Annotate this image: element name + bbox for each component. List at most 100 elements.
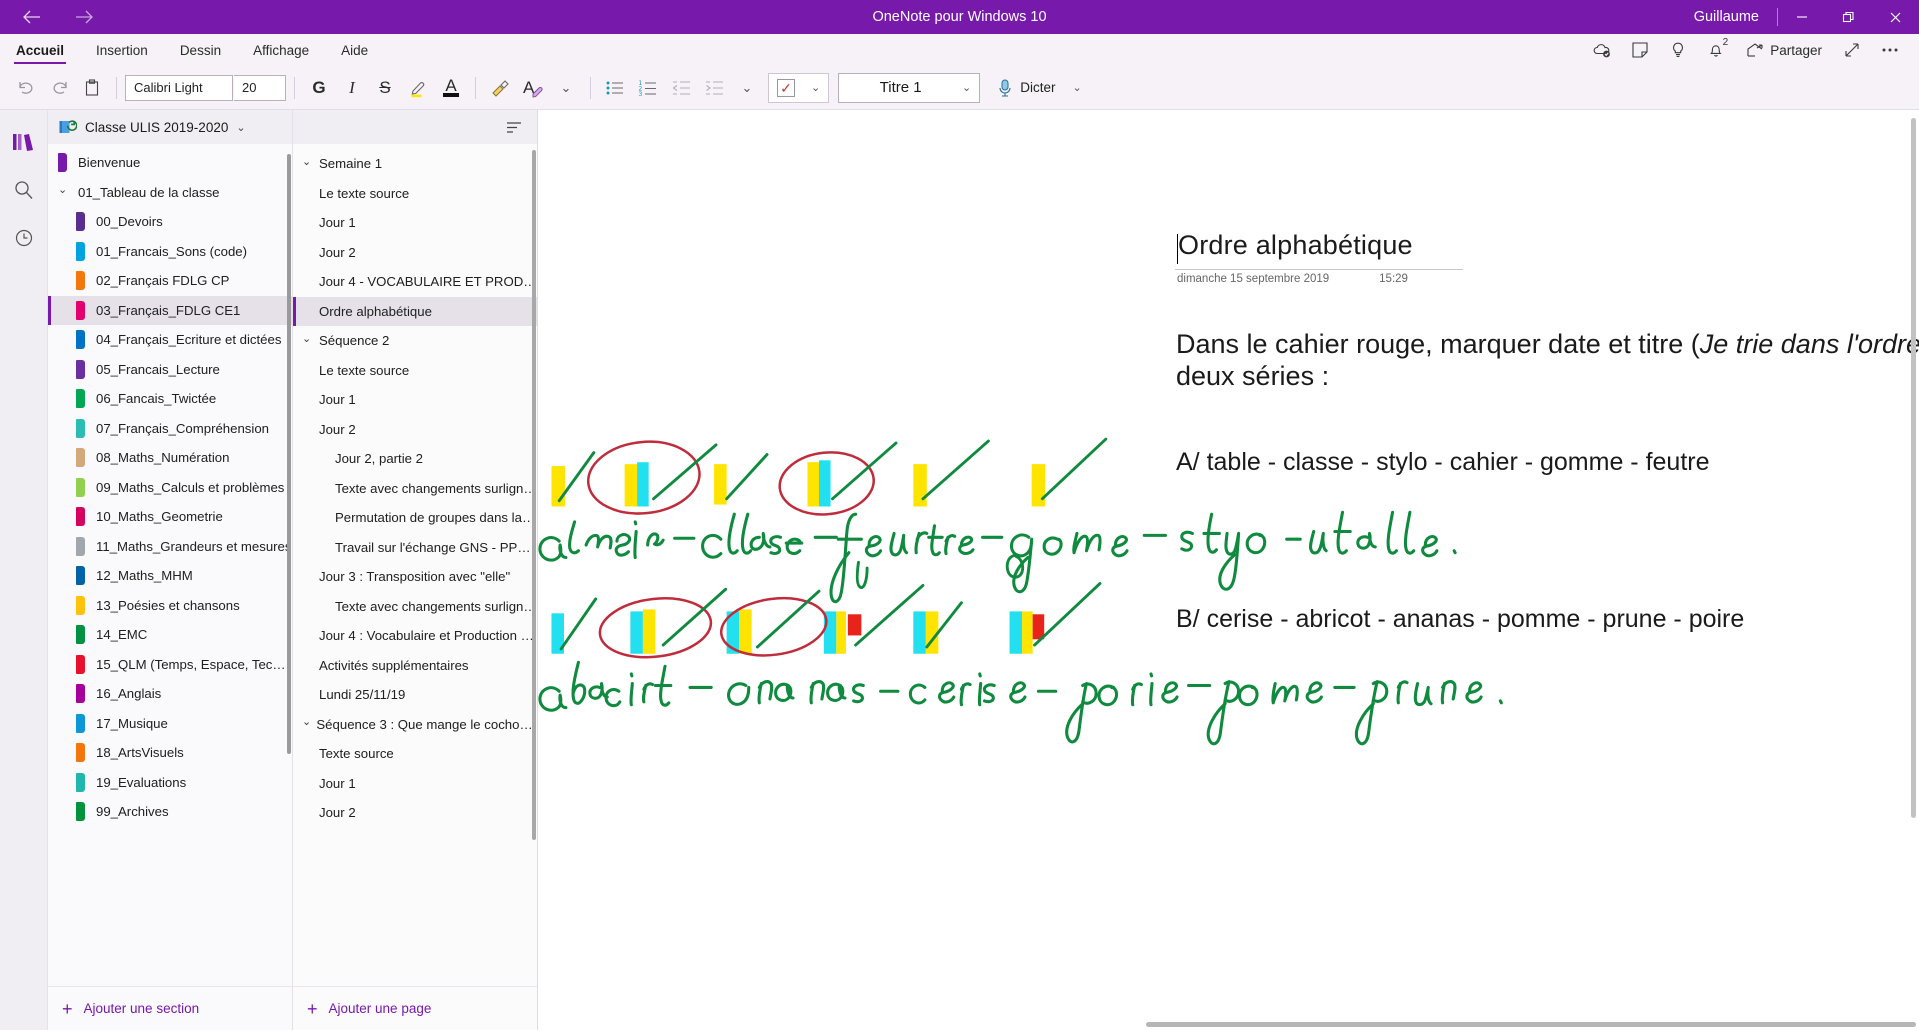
chevron-down-icon[interactable]: ⌄ — [302, 715, 316, 728]
page-row[interactable]: Jour 2 — [293, 238, 537, 268]
page-row[interactable]: Le texte source — [293, 179, 537, 209]
close-button[interactable] — [1872, 0, 1919, 34]
redo-icon[interactable] — [43, 72, 75, 104]
font-more-caret-icon[interactable]: ⌄ — [550, 72, 582, 104]
page-row[interactable]: Jour 2 — [293, 415, 537, 445]
maximize-restore-button[interactable] — [1825, 0, 1872, 34]
format-painter-icon[interactable] — [484, 72, 516, 104]
tab-insertion[interactable]: Insertion — [80, 34, 164, 66]
tab-affichage[interactable]: Affichage — [237, 34, 325, 66]
page-title-area[interactable]: Ordre alphabétique — [1175, 230, 1465, 270]
section-row[interactable]: 18_ArtsVisuels — [48, 738, 292, 768]
page-row[interactable]: Ordre alphabétique — [293, 296, 537, 326]
section-row[interactable]: 06_Fancais_Twictée — [48, 384, 292, 414]
page-group-row[interactable]: ⌄Séquence 3 : Que mange le cochon d'Inde… — [293, 710, 537, 740]
section-group-row[interactable]: ⌄ 01_Tableau de la classe — [48, 178, 292, 208]
todo-checkbox-icon[interactable]: ✓ — [777, 78, 795, 97]
section-row[interactable]: Bienvenue — [48, 148, 292, 178]
clear-formatting-icon[interactable]: A — [517, 72, 549, 104]
section-row[interactable]: 03_Français_FDLG CE1 — [48, 295, 292, 325]
section-row[interactable]: 04_Français_Ecriture et dictées — [48, 325, 292, 355]
sections-scrollbar[interactable] — [287, 154, 291, 754]
expand-diagonal-icon[interactable] — [1835, 35, 1869, 65]
increase-indent-icon[interactable] — [698, 72, 730, 104]
body-paragraph[interactable]: Dans le cahier rouge, marquer date et ti… — [1176, 328, 1919, 392]
forward-arrow-icon[interactable] — [62, 1, 106, 33]
section-row[interactable]: 05_Francais_Lecture — [48, 355, 292, 385]
canvas-horizontal-scrollbar[interactable] — [1146, 1022, 1916, 1027]
tab-aide[interactable]: Aide — [325, 34, 384, 66]
page-row[interactable]: Jour 2 — [293, 798, 537, 828]
clipboard-paste-icon[interactable] — [76, 72, 108, 104]
decrease-indent-icon[interactable] — [665, 72, 697, 104]
page-row[interactable]: Jour 2, partie 2 — [293, 444, 537, 474]
notebook-chevron-down-icon[interactable]: ⌄ — [236, 121, 245, 134]
section-row[interactable]: 14_EMC — [48, 620, 292, 650]
section-row[interactable]: 07_Français_Compréhension — [48, 414, 292, 444]
bold-button[interactable]: G — [303, 72, 335, 104]
highlighter-icon[interactable] — [402, 72, 434, 104]
page-row[interactable]: Lundi 25/11/19 — [293, 680, 537, 710]
chevron-down-icon[interactable]: ⌄ — [58, 183, 78, 196]
section-row[interactable]: 08_Maths_Numération — [48, 443, 292, 473]
italic-button[interactable]: I — [336, 72, 368, 104]
section-row[interactable]: 10_Maths_Geometrie — [48, 502, 292, 532]
section-row[interactable]: 02_Français FDLG CP — [48, 266, 292, 296]
section-row[interactable]: 09_Maths_Calculs et problèmes — [48, 473, 292, 503]
page-row[interactable]: Travail sur l'échange GNS - PPS. Mardi 1… — [293, 533, 537, 563]
page-row[interactable]: Le texte source — [293, 356, 537, 386]
list-more-caret-icon[interactable]: ⌄ — [731, 72, 763, 104]
user-account-label[interactable]: Guillaume — [1676, 9, 1777, 25]
serie-b-text[interactable]: B/ cerise - abricot - ananas - pomme - p… — [1176, 605, 1744, 634]
font-size-input[interactable]: 20 — [234, 74, 286, 101]
font-name-input[interactable]: Calibri Light — [125, 74, 233, 101]
sort-pages-icon[interactable] — [506, 120, 523, 135]
page-row[interactable]: Jour 4 : Vocabulaire et Production d'écr… — [293, 621, 537, 651]
page-row[interactable]: Jour 4 - VOCABULAIRE ET PRODUCTION É... — [293, 267, 537, 297]
lightbulb-icon[interactable] — [1661, 35, 1695, 65]
undo-icon[interactable] — [10, 72, 42, 104]
page-row[interactable]: Texte avec changements surlignés — [293, 592, 537, 622]
page-row[interactable]: Texte source — [293, 739, 537, 769]
section-row[interactable]: 99_Archives — [48, 797, 292, 827]
section-row[interactable]: 15_QLM (Temps, Espace, Techn... — [48, 650, 292, 680]
sticky-note-icon[interactable] — [1623, 35, 1657, 65]
pages-scrollbar[interactable] — [532, 150, 536, 840]
chevron-down-icon[interactable]: ⌄ — [302, 155, 319, 168]
minimize-button[interactable] — [1778, 0, 1825, 34]
section-row[interactable]: 16_Anglais — [48, 679, 292, 709]
page-row[interactable]: Permutation de groupes dans la phrase — [293, 503, 537, 533]
chevron-down-icon[interactable]: ⌄ — [302, 332, 319, 345]
bullet-list-icon[interactable] — [599, 72, 631, 104]
bell-notification-icon[interactable]: 2 — [1699, 35, 1733, 65]
section-row[interactable]: 11_Maths_Grandeurs et mesures — [48, 532, 292, 562]
page-group-row[interactable]: ⌄ Séquence 2 — [293, 326, 537, 356]
page-row[interactable]: Texte avec changements surlignés — [293, 474, 537, 504]
page-row[interactable]: Jour 1 — [293, 769, 537, 799]
todo-checkbox-group[interactable]: ✓ ⌄ — [768, 72, 830, 103]
section-row[interactable]: 13_Poésies et chansons — [48, 591, 292, 621]
search-icon[interactable] — [4, 168, 44, 212]
page-group-row[interactable]: ⌄ Semaine 1 — [293, 149, 537, 179]
back-arrow-icon[interactable] — [10, 1, 54, 33]
page-row[interactable]: Jour 1 — [293, 208, 537, 238]
page-row[interactable]: Activités supplémentaires — [293, 651, 537, 681]
more-options-icon[interactable] — [1873, 35, 1907, 65]
dictate-caret-icon[interactable]: ⌄ — [1072, 81, 1081, 94]
numbered-list-icon[interactable]: 1 2 3 — [632, 72, 664, 104]
share-button[interactable]: Partager — [1737, 35, 1831, 65]
tab-dessin[interactable]: Dessin — [164, 34, 237, 66]
section-row[interactable]: 00_Devoirs — [48, 207, 292, 237]
dictate-button[interactable]: Dicter ⌄ — [997, 78, 1082, 98]
section-row[interactable]: 12_Maths_MHM — [48, 561, 292, 591]
cloud-sync-icon[interactable] — [1585, 35, 1619, 65]
section-row[interactable]: 01_Francais_Sons (code) — [48, 237, 292, 267]
page-row[interactable]: Jour 3 : Transposition avec "elle" — [293, 562, 537, 592]
tab-accueil[interactable]: Accueil — [0, 34, 80, 66]
serie-a-text[interactable]: A/ table - classe - stylo - cahier - gom… — [1176, 448, 1710, 477]
section-row[interactable]: 19_Evaluations — [48, 768, 292, 798]
page-title[interactable]: Ordre alphabétique — [1175, 230, 1465, 261]
page-row[interactable]: Jour 1 — [293, 385, 537, 415]
font-color-button[interactable]: A — [435, 72, 467, 104]
strikethrough-button[interactable]: S — [369, 72, 401, 104]
